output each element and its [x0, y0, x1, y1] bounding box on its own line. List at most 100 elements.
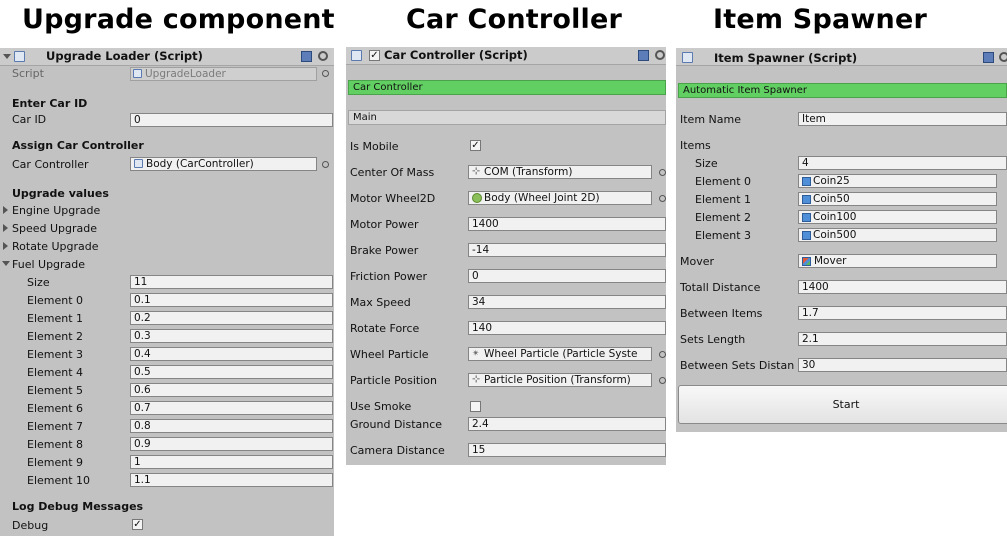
car-object-field[interactable]: ✴ Wheel Particle (Particle Syste — [468, 347, 652, 361]
fuel-element-input[interactable]: 0.6 — [130, 383, 333, 397]
fuel-element-input[interactable]: 0.8 — [130, 419, 333, 433]
object-picker-icon[interactable] — [322, 161, 329, 168]
is-mobile-label: Is Mobile — [350, 140, 399, 153]
item-element-field[interactable]: Coin50 — [798, 192, 997, 206]
spawner-number-input[interactable]: 1.7 — [798, 306, 1007, 320]
car-controller-field[interactable]: Body (CarController) — [130, 157, 317, 171]
spawner-number-input[interactable]: 1400 — [798, 280, 1007, 294]
car-number-input[interactable]: -14 — [468, 243, 666, 257]
fuel-element-input[interactable]: 0.2 — [130, 311, 333, 325]
item-spawner-panel: Item Spawner (Script) Automatic Item Spa… — [676, 48, 1007, 432]
prefab-icon — [802, 213, 811, 222]
fuel-element-input[interactable]: 1 — [130, 455, 333, 469]
fuel-element-input[interactable]: 0.5 — [130, 365, 333, 379]
car-id-input[interactable]: 0 — [130, 113, 333, 127]
fuel-element-label: Element 9 — [27, 456, 84, 469]
item-spawner-title: Item Spawner — [713, 4, 927, 35]
item-spawner-header[interactable]: Item Spawner (Script) — [676, 48, 1007, 66]
car-controller-value: Body (CarController) — [146, 158, 254, 170]
object-picker-icon[interactable] — [659, 195, 666, 202]
car-property-label: Motor Power — [350, 218, 419, 231]
object-picker-icon[interactable] — [659, 351, 666, 358]
fuel-element-label: Element 0 — [27, 294, 84, 307]
foldout-speed-upgrade[interactable]: Speed Upgrade — [12, 222, 97, 235]
section-upgrade-values: Upgrade values — [12, 187, 109, 200]
item-element-field[interactable]: Coin100 — [798, 210, 997, 224]
item-element-label: Element 1 — [695, 193, 752, 206]
script-icon — [133, 69, 142, 78]
fuel-element-label: Element 6 — [27, 402, 84, 415]
foldout-arrow-icon[interactable] — [3, 242, 8, 250]
upgrade-loader-header[interactable]: Upgrade Loader (Script) — [0, 48, 334, 66]
car-property-label: Wheel Particle — [350, 348, 429, 361]
car-number-input[interactable]: 140 — [468, 321, 666, 335]
object-picker-icon[interactable] — [659, 169, 666, 176]
foldout-arrow-icon[interactable] — [3, 206, 8, 214]
item-name-input[interactable]: Item — [798, 112, 1007, 126]
item-element-value: Coin100 — [813, 211, 857, 223]
car-property-label: Friction Power — [350, 270, 427, 283]
car-number-input[interactable]: 0 — [468, 269, 666, 283]
fuel-element-input[interactable]: 1.1 — [130, 473, 333, 487]
ground-distance-label: Ground Distance — [350, 418, 443, 431]
fuel-size-input[interactable]: 11 — [130, 275, 333, 289]
camera-distance-input[interactable]: 15 — [468, 443, 666, 457]
fuel-element-input[interactable]: 0.9 — [130, 437, 333, 451]
component-enabled-checkbox[interactable]: ✓ — [369, 50, 380, 61]
foldout-arrow-icon[interactable] — [3, 224, 8, 232]
item-element-field[interactable]: Coin25 — [798, 174, 997, 188]
car-controller-panel: ✓ Car Controller (Script) Car Controller… — [346, 47, 666, 465]
ground-distance-input[interactable]: 2.4 — [468, 417, 666, 431]
gear-icon[interactable] — [318, 51, 328, 61]
use-smoke-checkbox[interactable] — [470, 401, 481, 412]
gear-icon[interactable] — [999, 52, 1007, 62]
foldout-rotate-upgrade[interactable]: Rotate Upgrade — [12, 240, 99, 253]
foldout-open-arrow-icon[interactable] — [2, 261, 10, 266]
spawner-property-label: Sets Length — [680, 333, 746, 346]
car-id-label: Car ID — [12, 113, 47, 126]
car-property-label: Particle Position — [350, 374, 437, 387]
foldout-fuel-upgrade[interactable]: Fuel Upgrade — [12, 258, 85, 271]
debug-checkbox[interactable]: ✓ — [132, 519, 143, 530]
script-icon — [134, 159, 143, 168]
car-controller-header[interactable]: ✓ Car Controller (Script) — [346, 47, 666, 65]
car-controller-label: Car Controller — [12, 158, 89, 171]
object-picker-icon[interactable] — [322, 70, 329, 77]
item-element-label: Element 2 — [695, 211, 752, 224]
upgrade-component-title: Upgrade component — [22, 4, 335, 35]
mover-field[interactable]: Mover — [798, 254, 997, 268]
transform-icon: ⊹ — [472, 166, 481, 177]
car-property-label: Motor Wheel2D — [350, 192, 436, 205]
items-label[interactable]: Items — [680, 139, 711, 152]
spawner-property-label: Between Items — [680, 307, 763, 320]
main-section-bar: Main — [348, 110, 666, 125]
section-assign-car-controller: Assign Car Controller — [12, 139, 144, 152]
mover-label: Mover — [680, 255, 715, 268]
car-object-field[interactable]: Body (Wheel Joint 2D) — [468, 191, 652, 205]
fuel-element-input[interactable]: 0.4 — [130, 347, 333, 361]
fuel-element-input[interactable]: 0.1 — [130, 293, 333, 307]
collapse-arrow-icon[interactable] — [3, 54, 11, 59]
component-name: Car Controller (Script) — [384, 48, 528, 62]
spawner-number-input[interactable]: 30 — [798, 358, 1007, 372]
help-book-icon[interactable] — [301, 51, 312, 62]
help-book-icon[interactable] — [983, 52, 994, 63]
script-icon — [682, 52, 693, 63]
object-picker-icon[interactable] — [659, 377, 666, 384]
items-size-input[interactable]: 4 — [798, 156, 1007, 170]
spawner-number-input[interactable]: 2.1 — [798, 332, 1007, 346]
foldout-engine-upgrade[interactable]: Engine Upgrade — [12, 204, 100, 217]
car-number-input[interactable]: 34 — [468, 295, 666, 309]
fuel-element-label: Element 1 — [27, 312, 84, 325]
is-mobile-checkbox[interactable]: ✓ — [470, 140, 481, 151]
start-button[interactable]: Start — [678, 385, 1007, 424]
help-book-icon[interactable] — [638, 50, 649, 61]
car-number-input[interactable]: 1400 — [468, 217, 666, 231]
fuel-element-input[interactable]: 0.7 — [130, 401, 333, 415]
car-object-value: COM (Transform) — [484, 166, 573, 178]
fuel-element-input[interactable]: 0.3 — [130, 329, 333, 343]
car-object-field[interactable]: ⊹ COM (Transform) — [468, 165, 652, 179]
car-object-field[interactable]: ⊹ Particle Position (Transform) — [468, 373, 652, 387]
item-element-field[interactable]: Coin500 — [798, 228, 997, 242]
gear-icon[interactable] — [655, 50, 665, 60]
